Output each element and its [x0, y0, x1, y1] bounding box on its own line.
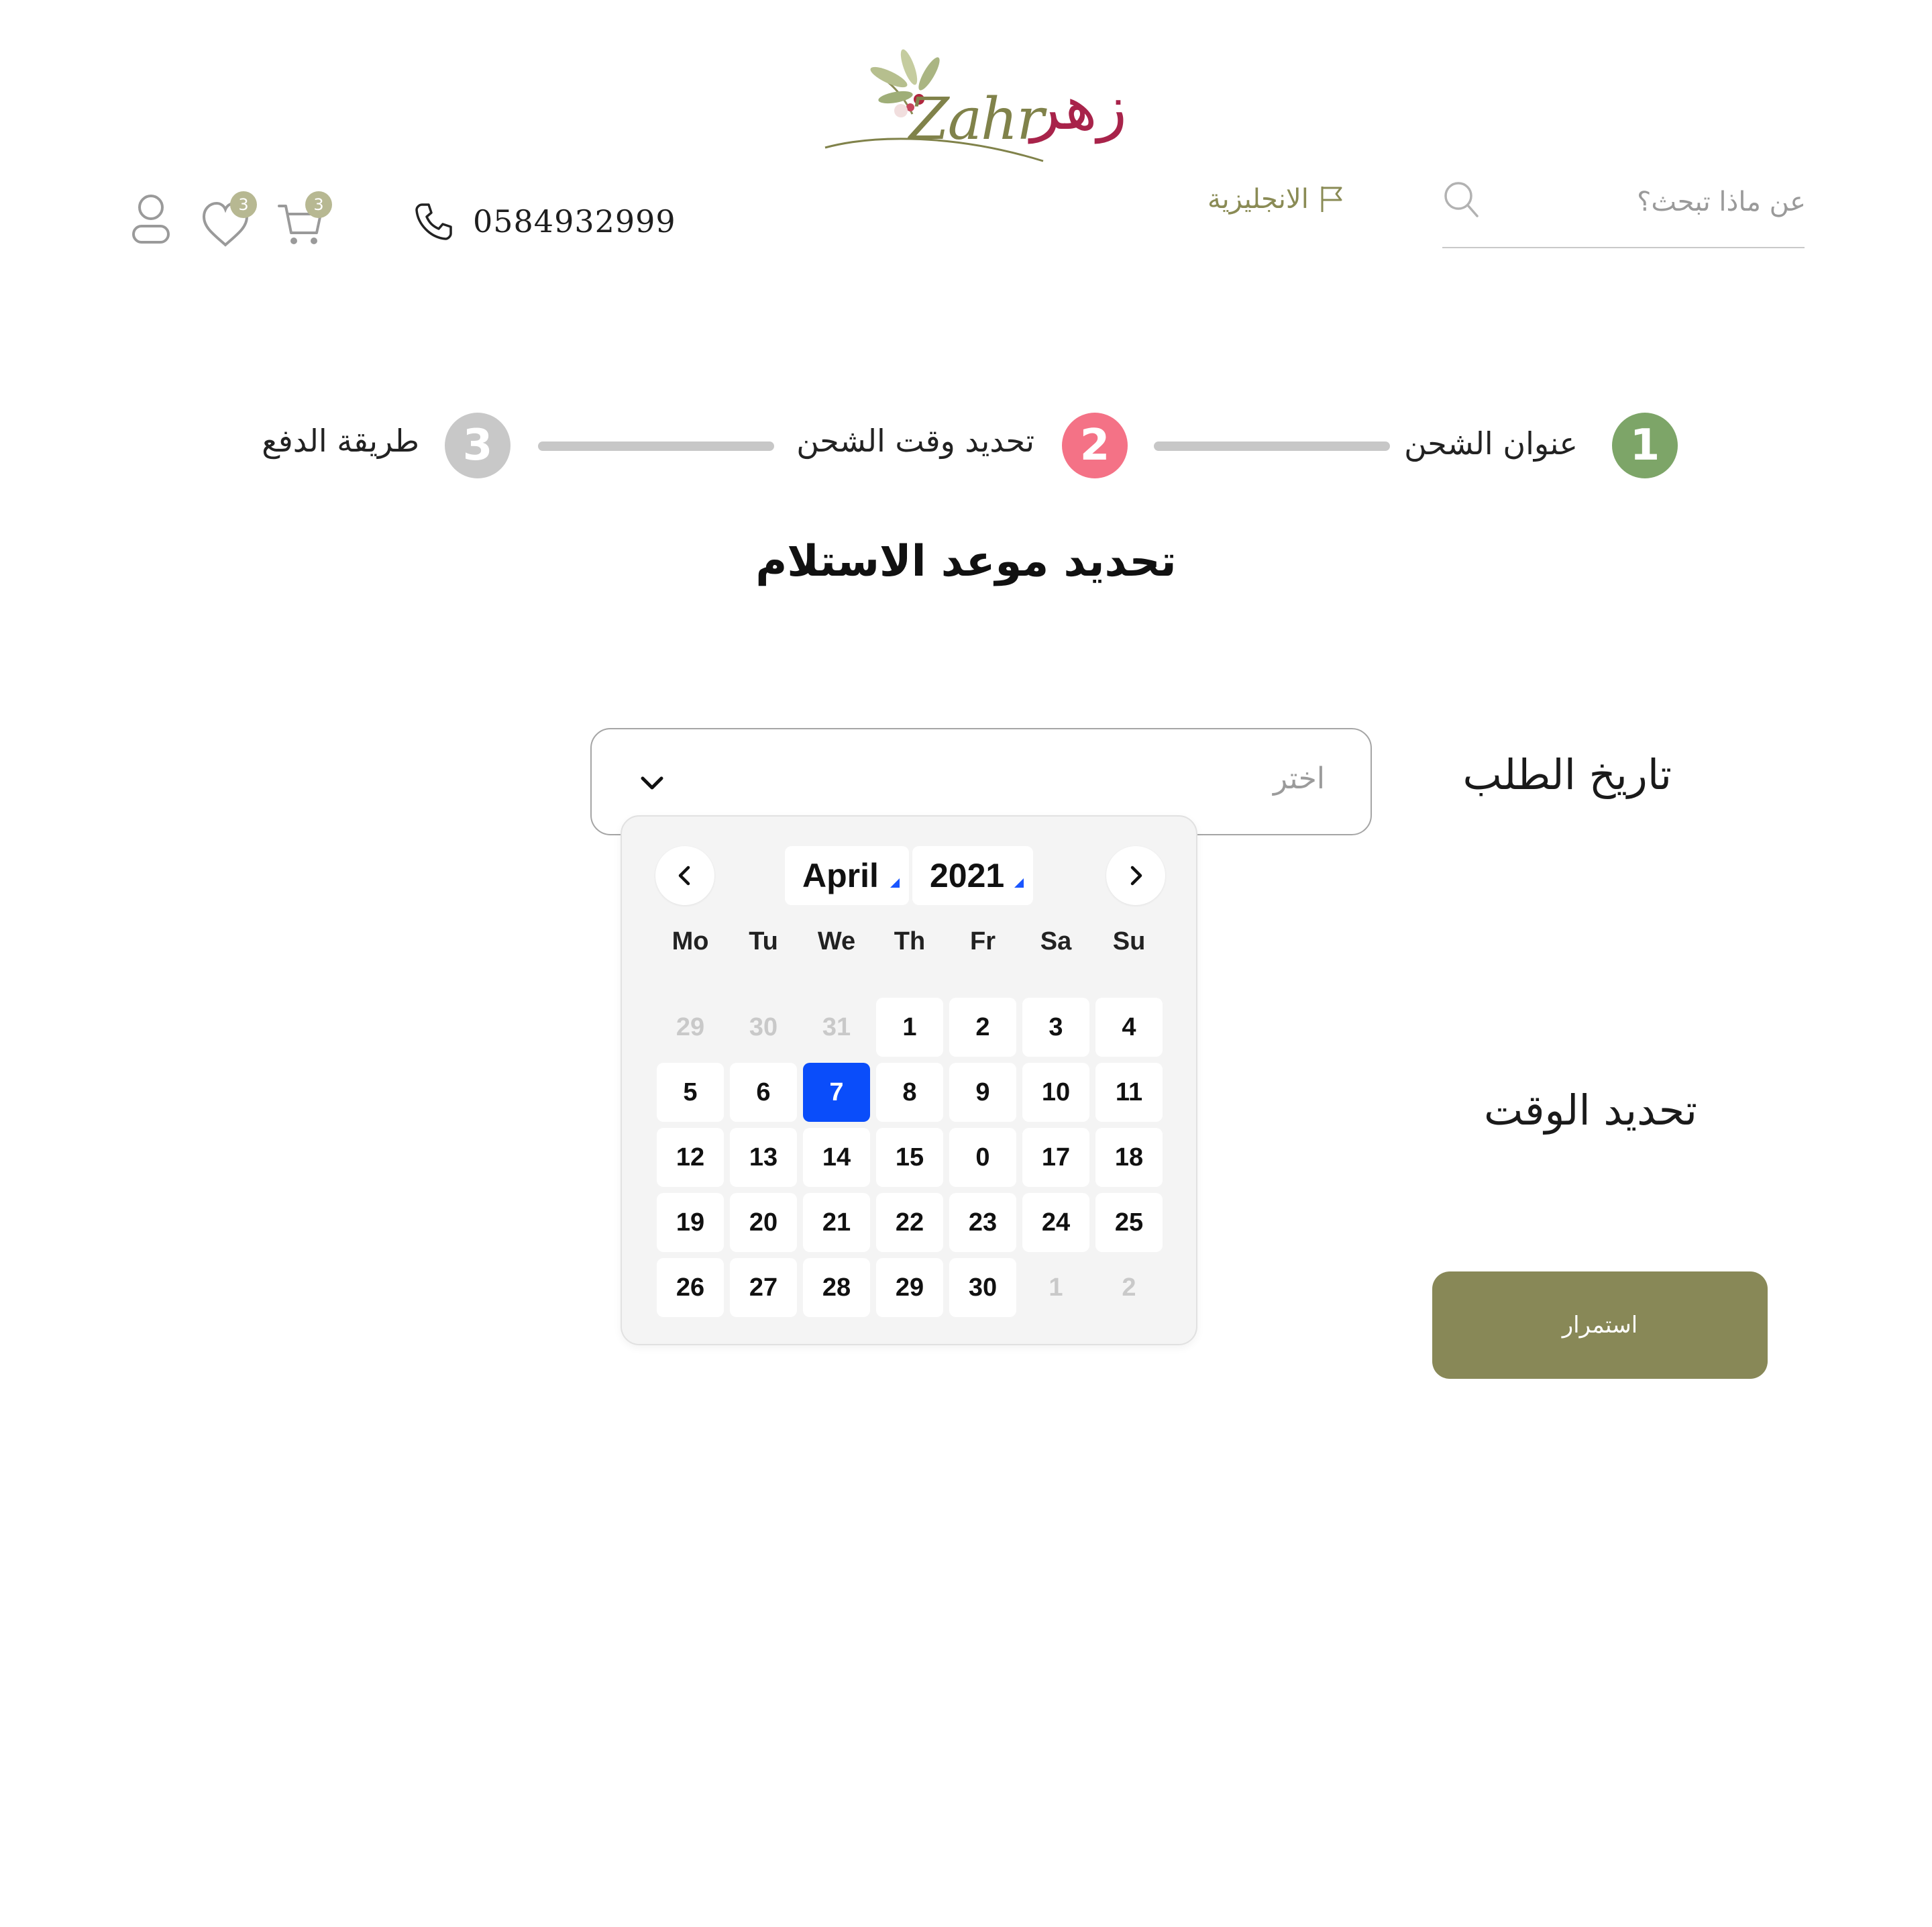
calendar-day[interactable]: 11: [1095, 1063, 1163, 1122]
calendar-day[interactable]: 2: [949, 998, 1016, 1057]
step-2-label: تحديد وقت الشحن: [796, 423, 1034, 459]
search-icon[interactable]: [1442, 180, 1480, 220]
calendar-day[interactable]: 20: [730, 1193, 797, 1252]
date-select-placeholder: اختر: [1273, 762, 1325, 796]
logo-swash: [824, 138, 1044, 162]
site-logo[interactable]: Zahr زهر: [822, 40, 1130, 174]
time-select-label: تحديد الوقت: [1484, 1086, 1697, 1135]
language-switcher[interactable]: الانجليزية: [1208, 176, 1346, 223]
year-value: 2021: [930, 857, 1005, 894]
flag-icon: [1321, 187, 1342, 212]
phone-number: 0584932999: [473, 203, 676, 240]
step-2-circle: 2: [1062, 413, 1128, 478]
calendar-day[interactable]: 13: [730, 1128, 797, 1187]
wishlist-count-badge: 3: [230, 191, 257, 218]
chevron-left-icon: [678, 866, 690, 886]
calendar-day[interactable]: 12: [657, 1128, 724, 1187]
calendar-day[interactable]: 8: [876, 1063, 943, 1122]
search-input[interactable]: [1489, 181, 1807, 223]
step-3-label: طريقة الدفع: [262, 423, 419, 459]
phone-contact[interactable]: 0584932999: [413, 195, 676, 248]
month-select[interactable]: April: [785, 846, 909, 905]
weekday-label: Sa: [1040, 927, 1072, 955]
calendar-day[interactable]: 27: [730, 1258, 797, 1317]
calendar-day[interactable]: 29: [876, 1258, 943, 1317]
calendar-day[interactable]: 28: [803, 1258, 870, 1317]
calendar-day[interactable]: 14: [803, 1128, 870, 1187]
search-bar: [1442, 168, 1807, 248]
calendar-day[interactable]: 22: [876, 1193, 943, 1252]
calendar-day[interactable]: 24: [1022, 1193, 1089, 1252]
year-select-arrow: [1014, 878, 1024, 888]
calendar-day[interactable]: 25: [1095, 1193, 1163, 1252]
page-title: تحديد موعد الاستلام: [755, 537, 1177, 586]
month-select-arrow: [890, 878, 900, 888]
weekday-label: Mo: [672, 927, 709, 955]
weekday-label: We: [817, 927, 856, 955]
date-picker-calendar: April 2021 Mo Tu We Th Fr Sa Su 29 30 31 1 2 3 4 5 6 7 8…: [621, 815, 1197, 1345]
weekday-label: Fr: [970, 927, 996, 955]
calendar-day[interactable]: 17: [1022, 1128, 1089, 1187]
next-month-button[interactable]: [1106, 846, 1165, 905]
order-date-label: تاريخ الطلب: [1462, 750, 1672, 799]
calendar-day-selected[interactable]: 7: [803, 1063, 870, 1122]
weekday-label: Tu: [749, 927, 778, 955]
calendar-day[interactable]: 19: [657, 1193, 724, 1252]
calendar-day[interactable]: 21: [803, 1193, 870, 1252]
prev-month-button[interactable]: [655, 846, 714, 905]
phone-icon: [415, 203, 452, 240]
weekday-label: Th: [894, 927, 926, 955]
month-value: April: [802, 857, 879, 894]
calendar-day-outside-month: 31: [822, 1013, 851, 1041]
chevron-down-icon: [641, 776, 663, 790]
calendar-day[interactable]: 5: [657, 1063, 724, 1122]
step-connector-2: [538, 441, 774, 451]
step-1-label: عنوان الشحن: [1404, 425, 1578, 462]
calendar-day-outside-month: 1: [1049, 1273, 1063, 1302]
user-icon: [132, 195, 170, 244]
calendar-day[interactable]: 4: [1095, 998, 1163, 1057]
account-button[interactable]: [124, 191, 178, 252]
calendar-day[interactable]: 23: [949, 1193, 1016, 1252]
wishlist-button[interactable]: 3: [200, 191, 257, 252]
calendar-day[interactable]: 6: [730, 1063, 797, 1122]
calendar-day[interactable]: 1: [876, 998, 943, 1057]
weekday-label: Su: [1112, 927, 1146, 955]
language-label: الانجليزية: [1208, 184, 1309, 215]
step-connector-1: [1154, 441, 1390, 451]
calendar-day[interactable]: 9: [949, 1063, 1016, 1122]
step-3-circle: 3: [445, 413, 511, 478]
calendar-day-outside-month: 2: [1122, 1273, 1136, 1302]
year-select[interactable]: 2021: [912, 846, 1033, 905]
calendar-day[interactable]: 18: [1095, 1128, 1163, 1187]
calendar-day[interactable]: 0: [949, 1128, 1016, 1187]
calendar-day[interactable]: 3: [1022, 998, 1089, 1057]
calendar-day[interactable]: 15: [876, 1128, 943, 1187]
calendar-day[interactable]: 10: [1022, 1063, 1089, 1122]
calendar-day-outside-month: 29: [676, 1013, 705, 1041]
step-1-circle: 1: [1612, 413, 1678, 478]
cart-count-badge: 3: [305, 191, 332, 218]
cart-button[interactable]: 3: [275, 191, 332, 252]
calendar-day[interactable]: 30: [949, 1258, 1016, 1317]
calendar-day[interactable]: 26: [657, 1258, 724, 1317]
calendar-day-outside-month: 30: [749, 1013, 778, 1041]
chevron-right-icon: [1130, 866, 1142, 886]
continue-button[interactable]: استمرار: [1432, 1271, 1768, 1379]
